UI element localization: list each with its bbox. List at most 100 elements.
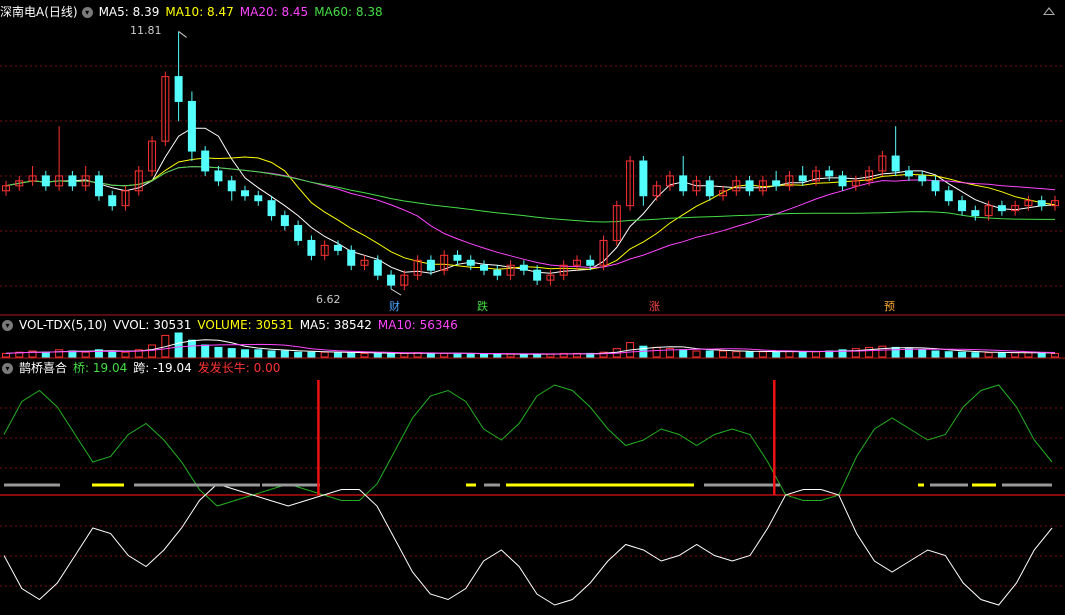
volume-bar [878, 345, 887, 358]
indicator-lines [3, 380, 1053, 606]
candle-body [294, 225, 303, 241]
volume-bar [798, 351, 807, 358]
candle-body [267, 200, 276, 217]
candle-body [466, 259, 475, 266]
candle-body [174, 76, 183, 102]
candle-body [227, 180, 236, 192]
candle-body [931, 180, 940, 192]
volume-bar [918, 349, 927, 358]
volume-bar [692, 350, 701, 358]
ma-line-ma5 [5, 127, 1056, 274]
ma-line-ma20 [5, 166, 1056, 269]
volume-bar [440, 352, 449, 358]
volume-bar [333, 352, 342, 358]
volume-bar [254, 349, 263, 358]
candle-body [798, 175, 807, 182]
volume-bar [387, 352, 396, 358]
volume-bar [997, 352, 1006, 358]
volume-bar [931, 350, 940, 358]
low-pointer [390, 288, 402, 296]
candle-body [426, 259, 435, 271]
volume-bar [772, 351, 781, 358]
chart-canvas[interactable]: 11.81 6.62 [0, 0, 1065, 615]
candle-body [214, 170, 223, 182]
candle-body [838, 175, 847, 187]
volume-bar [1037, 352, 1046, 358]
high-price-label: 11.81 [130, 24, 162, 37]
volume-bar [732, 351, 741, 358]
span-line [3, 483, 1053, 606]
volume-bar [267, 350, 276, 358]
volume-bar [121, 351, 130, 358]
candle-body [333, 244, 342, 251]
volume-bar [373, 352, 382, 358]
candle-body [387, 274, 396, 286]
volume-bar [294, 351, 303, 358]
volume-bar [214, 346, 223, 358]
candle-body [1037, 200, 1046, 207]
candle-body [347, 249, 356, 266]
candle-body [519, 264, 528, 271]
candle-body [971, 210, 980, 217]
candle-body [480, 264, 489, 271]
volume-bar [811, 351, 820, 358]
volume-bar [307, 351, 316, 358]
volume-bar [241, 349, 250, 358]
volume-bar [758, 351, 767, 358]
volume-bar [400, 352, 409, 358]
candle-body [825, 170, 834, 177]
candle-body [533, 269, 542, 281]
volume-bar [280, 350, 289, 358]
volume-bar [41, 351, 50, 358]
volume-bars [2, 332, 1059, 358]
moving-average-lines [5, 127, 1056, 274]
candle-body [254, 195, 263, 202]
candle-body [904, 170, 913, 177]
candle-body [586, 259, 595, 266]
candle-body [94, 175, 103, 197]
volume-bar [347, 352, 356, 358]
volume-bar [201, 344, 210, 358]
volume-bar [851, 348, 860, 358]
volume-bar [493, 353, 502, 358]
volume-bar [187, 339, 196, 358]
volume-bar [2, 352, 10, 358]
candle-body [453, 254, 462, 261]
low-price-label: 6.62 [316, 293, 341, 306]
volume-bar [360, 352, 369, 358]
candle-body [187, 100, 196, 152]
candle-body [891, 155, 900, 172]
candle-body [772, 180, 781, 187]
volume-bar [971, 352, 980, 358]
volume-bar [745, 351, 754, 358]
candle-body [493, 269, 502, 276]
volume-bar [174, 332, 183, 358]
candle-body [108, 195, 117, 207]
candle-body [373, 259, 382, 276]
volume-bar [679, 349, 688, 358]
volume-bar [506, 353, 515, 358]
volume-bar [944, 351, 953, 358]
volume-bar [1024, 352, 1033, 358]
candle-body [68, 175, 77, 187]
volume-bar [984, 352, 993, 358]
volume-bar [55, 349, 64, 358]
bridge-line [3, 384, 1053, 507]
volume-bar [719, 350, 728, 358]
candle-body [997, 205, 1006, 212]
candle-body [705, 180, 714, 197]
volume-bar [865, 346, 874, 358]
candle-body [241, 190, 250, 197]
volume-bar [1011, 352, 1020, 358]
volume-bar [891, 346, 900, 358]
high-pointer [178, 31, 187, 38]
grid-lines [0, 65, 1065, 587]
candle-body [201, 150, 210, 172]
candle-body [958, 200, 967, 212]
volume-bar [453, 352, 462, 358]
candle-body [280, 215, 289, 227]
volume-bar [426, 352, 435, 358]
volume-bar [705, 350, 714, 358]
volume-bar [652, 346, 661, 358]
volume-bar [320, 351, 329, 358]
